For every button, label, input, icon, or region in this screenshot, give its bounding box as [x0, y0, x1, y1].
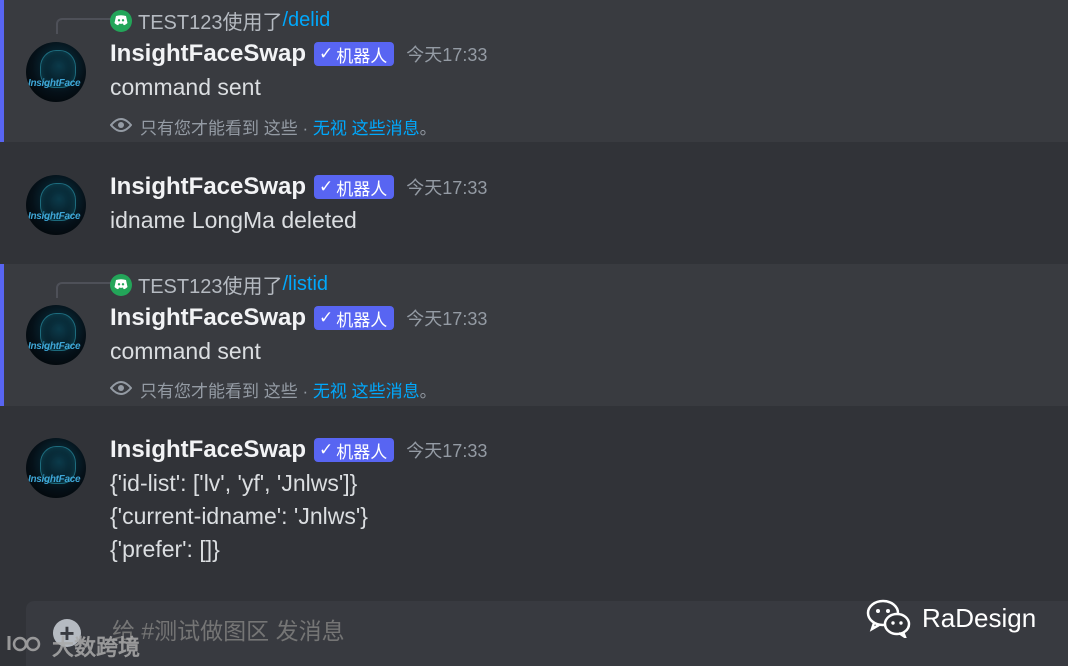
bot-tag: ✓ 机器人	[314, 438, 395, 462]
dismiss-link[interactable]: 无视	[313, 119, 347, 138]
reply-reference[interactable]: TEST123使用了/listid	[110, 270, 328, 299]
verified-check-icon: ✓	[319, 177, 334, 196]
watermark-left-text: 大数跨境	[52, 635, 141, 660]
discord-icon	[110, 9, 132, 32]
ephemeral-text: 只有您才能看到 这些 ·	[140, 119, 313, 138]
timestamp[interactable]: 今天17:33	[406, 174, 487, 200]
message-input[interactable]	[110, 617, 814, 646]
message-line: command sent	[110, 338, 261, 364]
avatar[interactable]: InsightFace	[26, 175, 86, 235]
avatar-logo-text: InsightFace	[28, 474, 81, 485]
message-line: {'id-list': ['lv', 'yf', 'Jnlws']}	[110, 470, 358, 496]
timestamp[interactable]: 今天17:33	[406, 437, 487, 463]
these-messages-link[interactable]: 这些消息	[352, 382, 420, 401]
dismiss-link[interactable]: 无视	[313, 382, 347, 401]
bot-tag: ✓ 机器人	[314, 306, 395, 330]
timestamp[interactable]: 今天17:33	[406, 305, 487, 331]
reply-command[interactable]: /listid	[282, 273, 328, 296]
message-content: command sent	[110, 71, 261, 104]
watermark-right-text: RaDesign	[922, 602, 1037, 633]
username[interactable]: InsightFaceSwap	[110, 40, 306, 68]
watermark-logo-icon	[6, 632, 48, 660]
avatar-logo-text: InsightFace	[28, 341, 81, 352]
discord-icon	[110, 273, 132, 296]
timestamp[interactable]: 今天17:33	[406, 41, 487, 67]
reply-user-text: TEST123使用了	[138, 12, 283, 34]
verified-check-icon: ✓	[319, 44, 334, 63]
watermark-right: RaDesign	[866, 598, 1037, 641]
reply-user-text: TEST123使用了	[138, 276, 283, 298]
ephemeral-accent-bar	[0, 0, 4, 142]
ephemeral-note: 只有您才能看到 这些 · 无视 这些消息。	[109, 377, 437, 402]
username[interactable]: InsightFaceSwap	[110, 173, 306, 201]
message-content: {'id-list': ['lv', 'yf', 'Jnlws']} {'cur…	[110, 467, 368, 566]
message-1: TEST123使用了/delid InsightFace InsightFace…	[0, 0, 1068, 142]
reply-connector	[56, 18, 112, 34]
bot-tag-label: 机器人	[336, 179, 388, 199]
ephemeral-note: 只有您才能看到 这些 · 无视 这些消息。	[109, 114, 437, 139]
message-header: InsightFaceSwap ✓ 机器人 今天17:33	[110, 304, 487, 332]
avatar[interactable]: InsightFace	[26, 42, 86, 102]
reply-connector	[56, 282, 112, 298]
avatar-logo-text: InsightFace	[28, 78, 81, 89]
ephemeral-end: 。	[419, 382, 437, 401]
message-header: InsightFaceSwap ✓ 机器人 今天17:33	[110, 436, 487, 464]
bot-tag: ✓ 机器人	[314, 175, 395, 199]
message-content: idname LongMa deleted	[110, 204, 357, 237]
avatar[interactable]: InsightFace	[26, 305, 86, 365]
these-messages-link[interactable]: 这些消息	[352, 119, 420, 138]
username[interactable]: InsightFaceSwap	[110, 304, 306, 332]
message-header: InsightFaceSwap ✓ 机器人 今天17:33	[110, 40, 487, 68]
avatar[interactable]: InsightFace	[26, 438, 86, 498]
eye-icon	[109, 117, 133, 137]
eye-icon	[109, 380, 133, 400]
message-line: idname LongMa deleted	[110, 207, 357, 233]
watermark-left: 大数跨境	[6, 630, 140, 662]
message-2: InsightFace InsightFaceSwap ✓ 机器人 今天17:33…	[0, 142, 1068, 264]
verified-check-icon: ✓	[319, 440, 334, 459]
avatar-logo-text: InsightFace	[28, 211, 81, 222]
wechat-icon	[866, 598, 912, 641]
username[interactable]: InsightFaceSwap	[110, 436, 306, 464]
bot-tag-label: 机器人	[336, 46, 388, 66]
message-3: TEST123使用了/listid InsightFace InsightFac…	[0, 264, 1068, 406]
reply-reference[interactable]: TEST123使用了/delid	[110, 6, 330, 35]
bot-tag: ✓ 机器人	[314, 42, 395, 66]
message-line: command sent	[110, 74, 261, 100]
reply-command[interactable]: /delid	[282, 9, 330, 32]
bot-tag-label: 机器人	[336, 442, 388, 462]
message-header: InsightFaceSwap ✓ 机器人 今天17:33	[110, 173, 487, 201]
ephemeral-accent-bar	[0, 264, 4, 406]
message-content: command sent	[110, 335, 261, 368]
message-4: InsightFace InsightFaceSwap ✓ 机器人 今天17:33…	[0, 406, 1068, 601]
bot-tag-label: 机器人	[336, 310, 388, 330]
ephemeral-end: 。	[419, 119, 437, 138]
ephemeral-text: 只有您才能看到 这些 ·	[140, 382, 313, 401]
message-line: {'prefer': []}	[110, 536, 220, 562]
message-line: {'current-idname': 'Jnlws'}	[110, 503, 368, 529]
verified-check-icon: ✓	[319, 308, 334, 327]
